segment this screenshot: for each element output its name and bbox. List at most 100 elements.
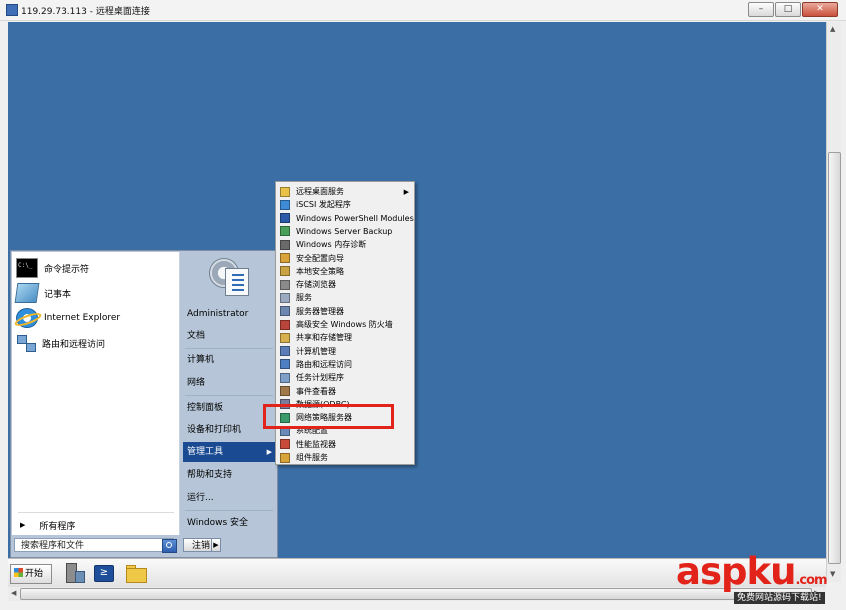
- title-bar: 119.29.73.113 - 远程桌面连接 – □ ✕: [0, 0, 846, 21]
- admin-tool-label: 本地安全策略: [296, 266, 344, 276]
- admin-tool-label: 服务: [296, 293, 312, 303]
- admin-tools-label: 管理工具: [187, 447, 224, 457]
- vertical-scrollbar[interactable]: ▲ ▼: [826, 22, 841, 582]
- pinned-item-label: 记事本: [44, 289, 72, 300]
- admin-tool-item[interactable]: 事件查看器: [278, 385, 412, 398]
- places-item-admin-tools[interactable]: 管理工具 ▶: [183, 442, 276, 462]
- admin-tool-item[interactable]: iSCSI 发起程序: [278, 198, 412, 211]
- divider: [185, 395, 273, 396]
- highlight-annotation: [263, 404, 394, 429]
- divider: [185, 348, 273, 349]
- admin-tool-icon: [280, 199, 290, 210]
- admin-tool-label: 存储浏览器: [296, 280, 336, 290]
- pinned-item-label: 路由和远程访问: [42, 339, 106, 350]
- remote-desktop-icon: [6, 4, 18, 16]
- admin-tool-label: 路由和远程访问: [296, 359, 352, 369]
- places-item-run[interactable]: 运行...: [183, 488, 276, 508]
- admin-tool-icon: [280, 213, 290, 224]
- admin-tool-icon: [280, 332, 290, 343]
- all-programs-label: 所有程序: [39, 521, 76, 532]
- admin-tool-item[interactable]: 路由和远程访问: [278, 358, 412, 371]
- admin-tool-icon: [280, 372, 290, 383]
- start-menu: 命令提示符 记事本 Internet Explorer 路由和远程访问 ▶ 所有…: [10, 250, 278, 558]
- admin-tool-item[interactable]: 存储浏览器: [278, 278, 412, 291]
- places-item-windows-security[interactable]: Windows 安全: [183, 513, 276, 533]
- admin-tool-label: 共享和存储管理: [296, 333, 352, 343]
- scroll-up-icon[interactable]: ▲: [830, 25, 835, 33]
- admin-tool-icon: [280, 359, 290, 370]
- maximize-button[interactable]: □: [775, 2, 801, 17]
- admin-tool-icon: [280, 452, 290, 463]
- shutdown-options-button[interactable]: ▶: [211, 538, 221, 552]
- admin-tool-item[interactable]: 计算机管理: [278, 345, 412, 358]
- close-button[interactable]: ✕: [802, 2, 838, 17]
- pinned-item-label: Internet Explorer: [44, 313, 121, 323]
- pinned-item-ie[interactable]: Internet Explorer: [16, 307, 176, 329]
- admin-tool-item[interactable]: 本地安全策略: [278, 265, 412, 278]
- search-icon[interactable]: [162, 539, 177, 553]
- admin-tool-label: 事件查看器: [296, 386, 336, 396]
- admin-tool-icon: [280, 346, 290, 357]
- watermark-asp: asp: [676, 550, 747, 593]
- network-icon: [16, 334, 36, 352]
- watermark-tagline: 免费网站源码下载站!: [734, 592, 825, 604]
- places-item-network[interactable]: 网络: [183, 373, 276, 393]
- admin-tool-icon: [280, 439, 290, 450]
- powershell-icon[interactable]: ≥: [92, 562, 114, 584]
- server-manager-icon[interactable]: [62, 562, 85, 584]
- admin-tool-icon: [280, 239, 290, 250]
- admin-tool-item[interactable]: 组件服务: [278, 451, 412, 464]
- pinned-item-notepad[interactable]: 记事本: [14, 282, 176, 304]
- search-input[interactable]: 搜索程序和文件: [14, 538, 174, 552]
- user-picture[interactable]: [209, 254, 251, 298]
- admin-tool-icon: [280, 279, 290, 290]
- chevron-right-icon: ▶: [403, 187, 409, 196]
- admin-tool-item[interactable]: 性能监视器: [278, 438, 412, 451]
- admin-tool-icon: [280, 226, 290, 237]
- start-button[interactable]: 开始: [10, 564, 52, 584]
- places-item-administrator[interactable]: Administrator: [183, 304, 276, 324]
- window-controls: – □ ✕: [748, 2, 838, 17]
- windows-logo-icon: [14, 568, 23, 577]
- minimize-button[interactable]: –: [748, 2, 774, 17]
- admin-tool-label: Windows Server Backup: [296, 226, 393, 236]
- places-item-documents[interactable]: 文档: [183, 326, 276, 346]
- admin-tool-label: 任务计划程序: [296, 373, 344, 383]
- pinned-item-cmd[interactable]: 命令提示符: [16, 257, 176, 279]
- all-programs-button[interactable]: ▶ 所有程序: [14, 516, 178, 534]
- cmd-icon: [16, 258, 38, 278]
- admin-tool-item[interactable]: 共享和存储管理: [278, 331, 412, 344]
- admin-tool-item[interactable]: 服务: [278, 291, 412, 304]
- admin-tool-item[interactable]: 服务器管理器: [278, 305, 412, 318]
- start-menu-places-pane: Administrator 文档 计算机 网络 控制面板 设备和打印机 管理工具…: [181, 252, 276, 535]
- admin-tool-icon: [280, 266, 290, 277]
- chevron-right-icon: ▶: [266, 448, 272, 456]
- vertical-scroll-thumb[interactable]: [828, 152, 841, 564]
- divider: [18, 512, 174, 513]
- admin-tool-label: 远程桌面服务: [296, 187, 344, 196]
- admin-tool-label: 安全配置向导: [296, 253, 344, 263]
- admin-tool-icon: [280, 386, 290, 396]
- admin-tool-item[interactable]: Windows Server Backup: [278, 225, 412, 238]
- admin-tool-icon: [280, 319, 290, 330]
- admin-tool-item[interactable]: 高级安全 Windows 防火墙: [278, 318, 412, 331]
- explorer-folder-icon[interactable]: [124, 562, 147, 584]
- start-menu-programs-pane: 命令提示符 记事本 Internet Explorer 路由和远程访问 ▶ 所有…: [12, 252, 180, 535]
- places-item-computer[interactable]: 计算机: [183, 350, 276, 370]
- admin-tool-label: iSCSI 发起程序: [296, 200, 351, 210]
- divider: [185, 510, 273, 511]
- admin-tool-item[interactable]: Windows 内存诊断: [278, 238, 412, 251]
- scroll-left-icon[interactable]: ◀: [11, 589, 16, 597]
- admin-tool-label: 服务器管理器: [296, 306, 344, 316]
- admin-tool-item[interactable]: Windows PowerShell Modules: [278, 212, 414, 225]
- folder-body-shape: [126, 568, 147, 583]
- server-box-shape: [75, 571, 85, 583]
- admin-tool-item[interactable]: 安全配置向导: [278, 252, 412, 265]
- places-item-help[interactable]: 帮助和支持: [183, 465, 276, 485]
- powershell-glyph: ≥: [94, 565, 114, 582]
- aspku-watermark: aspku.com 免费网站源码下载站!: [676, 552, 846, 610]
- admin-tool-label: Windows PowerShell Modules: [296, 213, 414, 223]
- admin-tool-item[interactable]: 远程桌面服务 ▶: [278, 185, 412, 198]
- pinned-item-routing[interactable]: 路由和远程访问: [16, 332, 176, 354]
- admin-tool-item[interactable]: 任务计划程序: [278, 371, 412, 384]
